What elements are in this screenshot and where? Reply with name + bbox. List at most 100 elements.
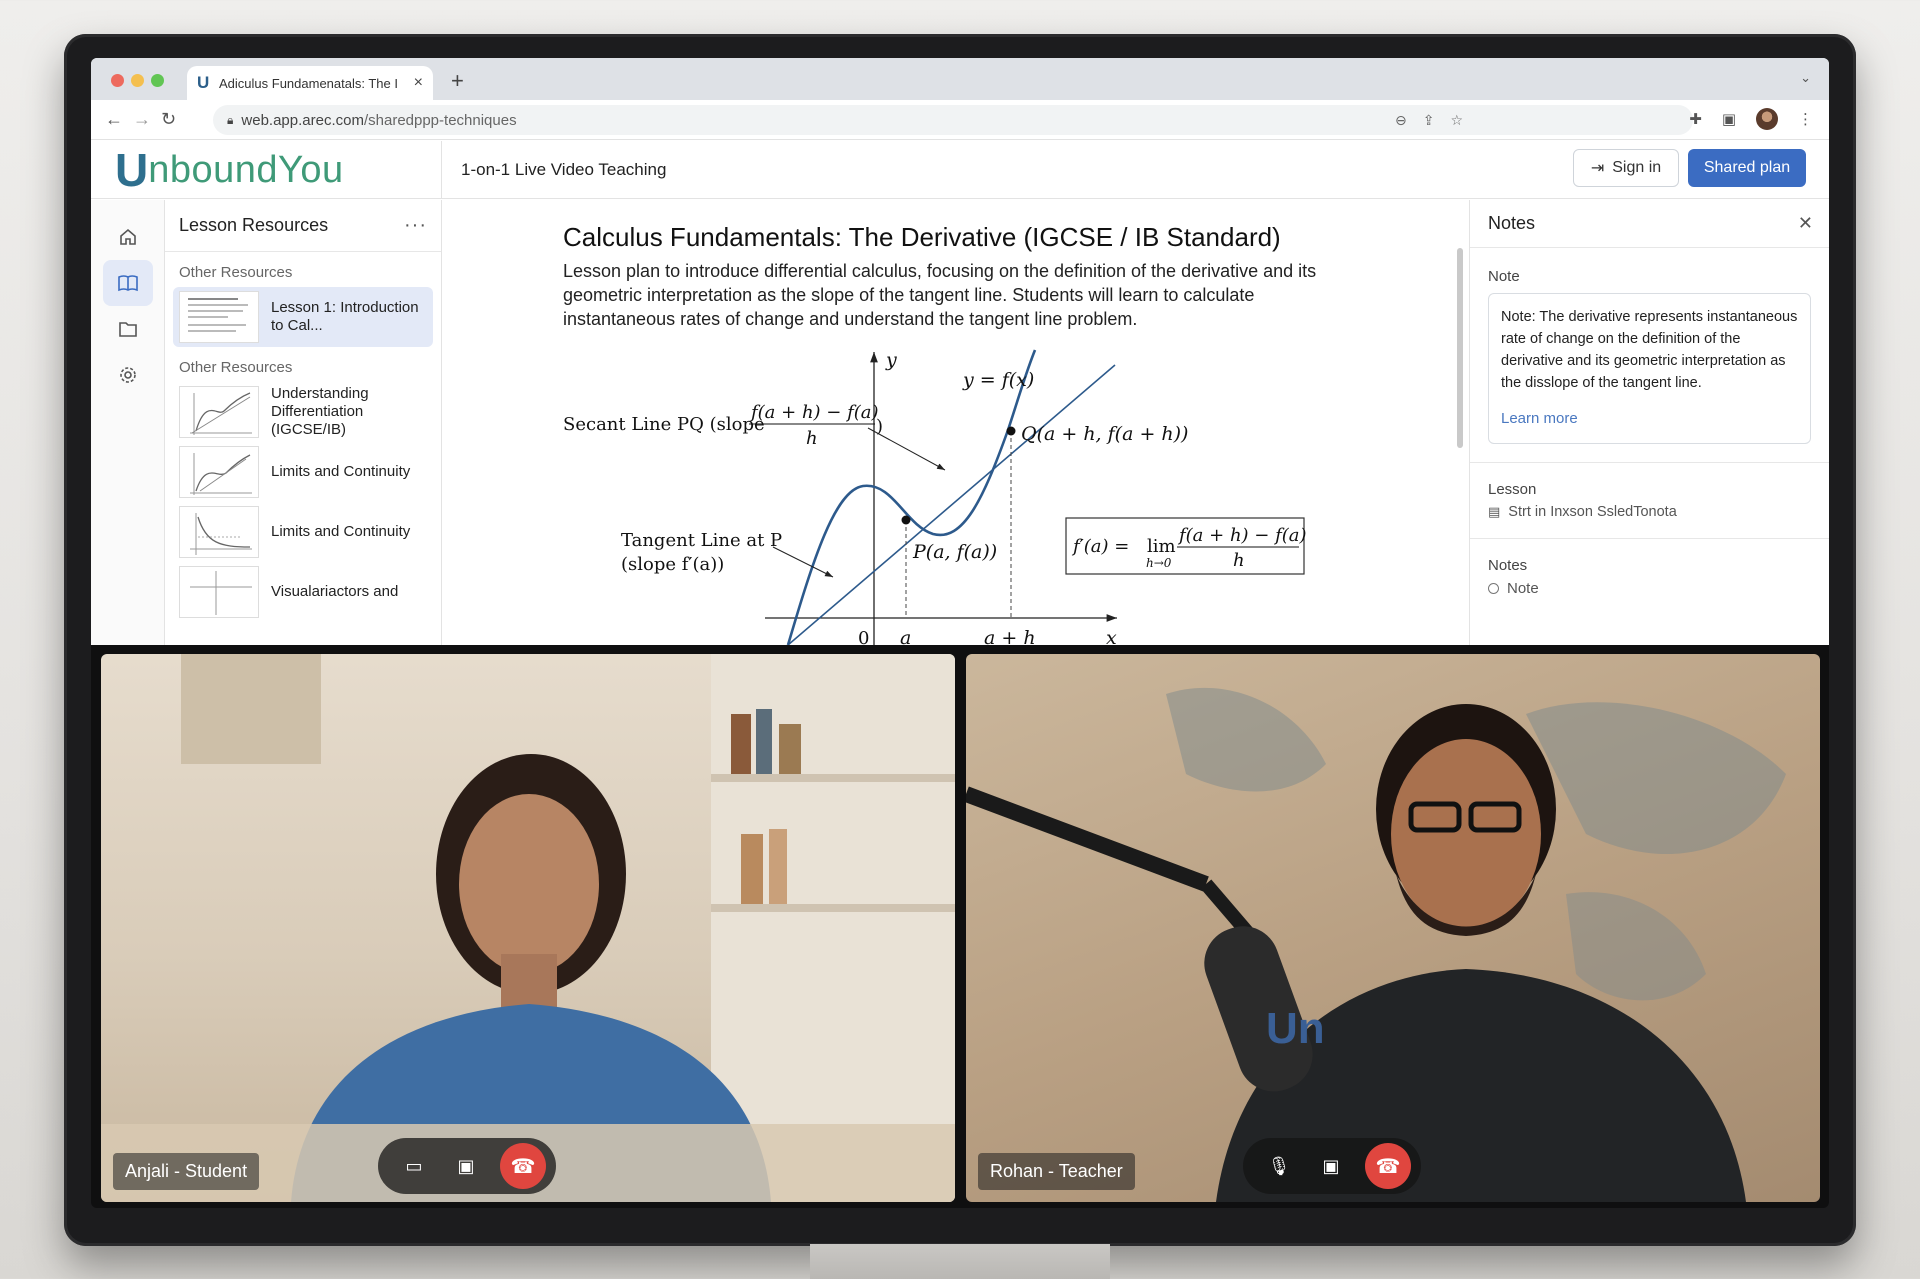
url-field[interactable]: 🔒︎ web.app.arec.com/sharedppp-techniques… [213,105,1693,135]
forward-icon[interactable]: → [133,109,151,130]
resource-item[interactable]: Limits and Continuity [165,442,441,502]
browser-actions: ✚ ▣ ⋮ [1689,108,1813,130]
share-icon[interactable]: ⇪ [1423,112,1435,129]
rail-settings[interactable] [103,352,153,398]
resource-item[interactable]: Understanding Differentiation (IGCSE/IB) [165,382,441,442]
close-window-button[interactable] [111,74,124,87]
rail-files[interactable] [103,306,153,352]
rail-resources[interactable] [103,260,153,306]
sign-in-label: Sign in [1612,159,1662,176]
resource-item-label: Visualariactors and [271,583,399,600]
logo[interactable]: U nboundYou [91,141,442,199]
resource-item-label: Lesson 1: Introduction to Cal... [271,299,419,334]
tangent-label-line2: (slope f′(a)) [621,554,724,575]
logo-text: nboundYou [148,149,344,191]
curve-label: y = f(x) [962,369,1034,391]
resource-item-selected[interactable]: Lesson 1: Introduction to Cal... [173,287,433,347]
close-icon[interactable]: ✕ [1798,213,1813,234]
resource-item[interactable]: Visualariactors and [165,562,441,622]
tangent-label-line1: Tangent Line at P [621,530,782,551]
tick-a-plus-h-label: a + h [984,627,1036,645]
graph-thumbnail-icon [179,446,259,498]
lesson-reference[interactable]: ▤ Strt in Inxson SsledTonota [1470,504,1829,520]
formula-denominator: h [1233,550,1245,571]
screen-share-icon[interactable]: ▭ [396,1148,432,1184]
function-curve [786,349,1037,645]
teacher-name-tag: Rohan - Teacher [978,1153,1135,1190]
book-icon [118,275,138,292]
shirt-logo: Un [1266,1004,1325,1053]
lesson-reference-text: Strt in Inxson SsledTonota [1508,503,1677,520]
chevron-down-icon[interactable]: ⌄ [1800,70,1811,86]
rail-home[interactable] [103,214,153,260]
address-bar: ← → ↻ 🔒︎ web.app.arec.com/sharedppp-tech… [91,100,1829,140]
secant-slope-denominator: h [806,428,818,449]
profile-avatar[interactable] [1756,108,1778,130]
note-card: Note: The derivative represents instanta… [1488,293,1811,444]
page-title: 1-on-1 Live Video Teaching [461,160,667,179]
more-icon[interactable]: ··· [404,214,427,237]
resource-item[interactable]: Limits and Continuity [165,502,441,562]
zoom-icon[interactable]: ⊖ [1395,112,1407,129]
notes-title: Notes [1488,213,1536,233]
teacher-video-feed [966,687,1786,1202]
folder-icon [119,322,137,337]
gear-icon [120,367,136,383]
minimize-window-button[interactable] [131,74,144,87]
graph-thumbnail-icon [179,506,259,558]
menu-icon[interactable]: ⋮ [1798,110,1813,128]
notes-header: Notes ✕ [1470,200,1829,248]
sidebar-icon[interactable]: ▣ [1722,110,1736,128]
tick-a-label: a [900,627,911,645]
end-call-button[interactable]: ☎ [1365,1143,1411,1189]
browser-tab[interactable]: U Adiculus Fundamenatals: The I × [187,66,433,100]
secant-label: Secant Line PQ (slope [563,414,765,435]
home-icon [120,228,136,245]
note-text: Note: The derivative represents instanta… [1501,309,1798,392]
monitor-stand [810,1244,1110,1279]
sign-in-button[interactable]: ⇥ Sign in [1573,149,1679,187]
lesson-resources-panel: Lesson Resources ··· Other Resources Les… [165,200,442,645]
note-label: Note [1488,268,1520,285]
lesson-label: Lesson [1488,480,1537,498]
shared-plan-button[interactable]: Shared plan [1688,149,1806,187]
url-domain: web.app.arec.com [241,111,364,129]
extensions-icon[interactable]: ✚ [1689,110,1702,128]
tab-close-icon[interactable]: × [414,74,423,92]
secant-slope-numerator: f(a + h) − f(a) [749,402,879,423]
end-call-button[interactable]: ☎ [500,1143,546,1189]
star-icon[interactable]: ☆ [1450,112,1463,129]
lock-icon: 🔒︎ [227,112,234,127]
formula-lhs: f′(a) = [1071,536,1129,557]
secant-close-paren: ) [876,416,883,437]
microphone-icon[interactable]: 🎙︎ [1261,1148,1297,1184]
browser-window: U Adiculus Fundamenatals: The I × + ⌄ ← … [91,58,1829,645]
tab-favicon: U [197,73,210,92]
new-tab-button[interactable]: + [451,68,464,94]
reload-icon[interactable]: ↻ [161,109,176,130]
tab-bar: U Adiculus Fundamenatals: The I × + ⌄ [91,58,1829,100]
learn-more-link[interactable]: Learn more [1501,408,1798,431]
maximize-window-button[interactable] [151,74,164,87]
notes-section-label: Notes [1488,556,1528,574]
resource-item-label: Limits and Continuity [271,463,411,480]
url-path: /sharedppp-techniques [363,111,517,129]
student-call-controls: ▭ ▣ ☎ [378,1138,556,1194]
radio-icon [1488,582,1499,594]
y-axis-label: y [885,349,897,371]
resource-item-label: Understanding Differentiation (IGCSE/IB) [271,385,369,438]
note-list-item[interactable]: Note [1470,580,1829,597]
derivative-diagram: y x a a + h y = f(x) P(a, f(a)) Q(a + h,… [563,349,1307,645]
video-camera-icon[interactable]: ▣ [1313,1148,1349,1184]
sign-in-icon: ⇥ [1590,160,1605,177]
url-actions: ⊖ ⇪ ☆ [1395,105,1463,135]
back-icon[interactable]: ← [105,109,123,130]
point-p [901,515,911,525]
teacher-call-controls: 🎙︎ ▣ ☎ [1243,1138,1421,1194]
resources-section-label: Other Resources [179,264,293,281]
student-video-tile: Anjali - Student ▭ ▣ ☎ [101,654,955,1202]
video-camera-icon[interactable]: ▣ [448,1148,484,1184]
note-list-item-label: Note [1507,579,1539,597]
point-q [1006,426,1016,436]
content-scrollbar[interactable] [1457,248,1463,448]
